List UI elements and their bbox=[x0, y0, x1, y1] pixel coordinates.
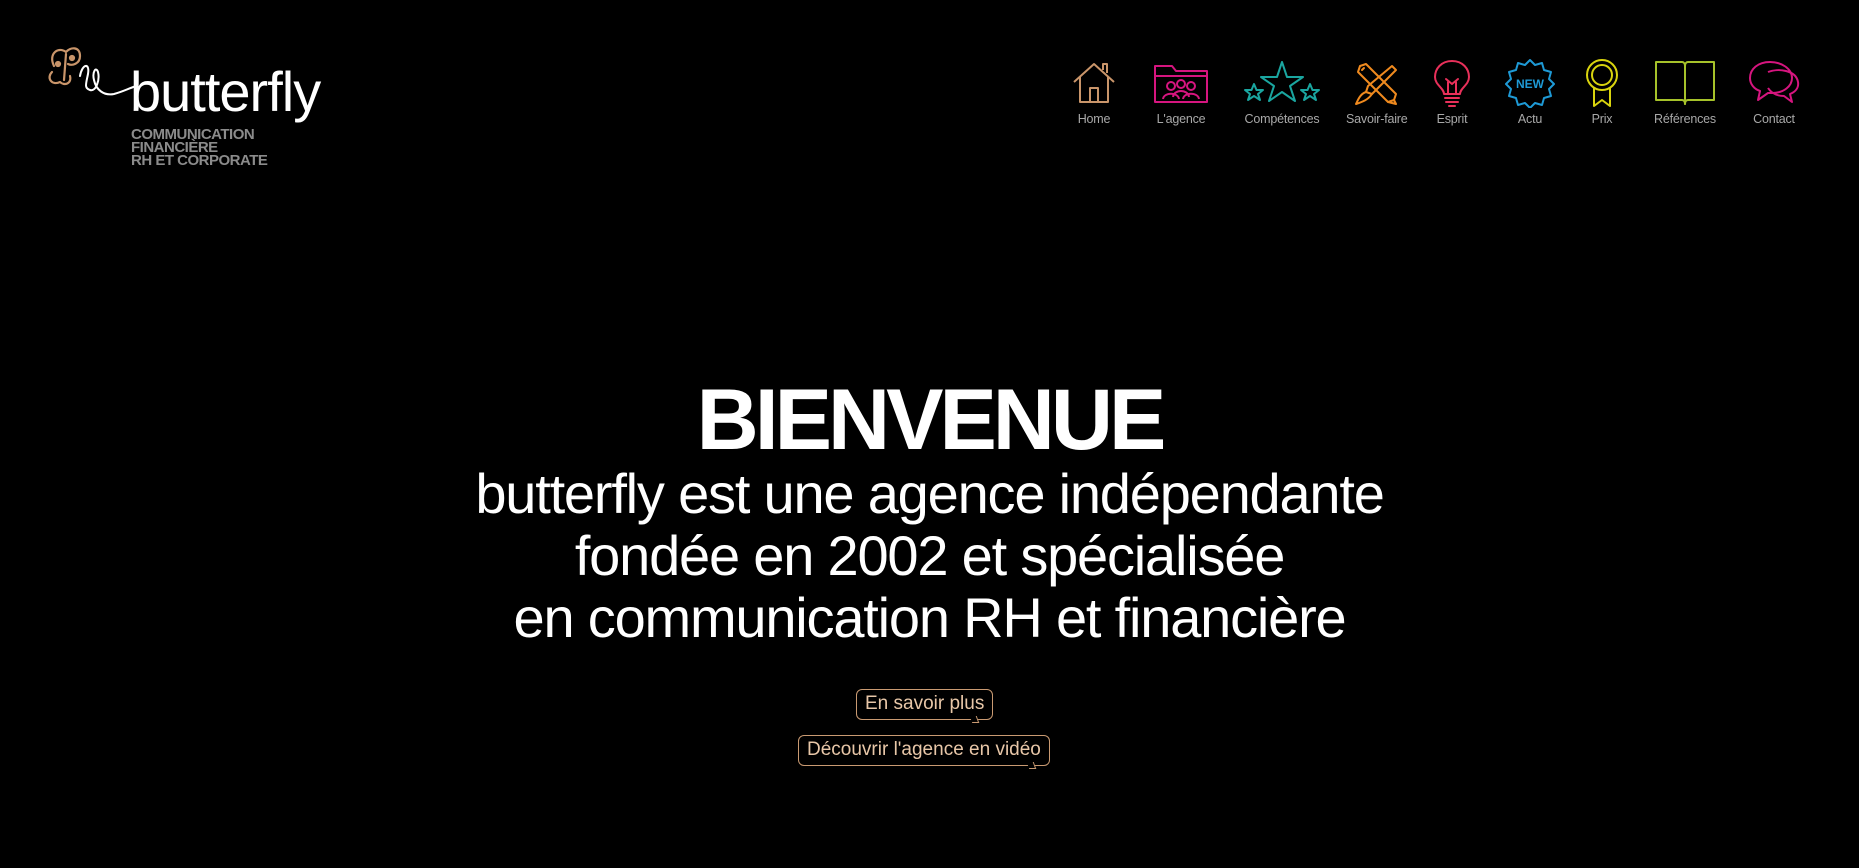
learn-more-button[interactable]: En savoir plus bbox=[856, 689, 994, 720]
hero-description: butterfly est une agence indépendante fo… bbox=[0, 463, 1859, 649]
discover-video-button[interactable]: Découvrir l'agence en vidéo bbox=[798, 735, 1050, 766]
hero-title: BIENVENUE bbox=[696, 372, 1167, 468]
hero-section: BIENVENUE butterfly est une agence indép… bbox=[0, 0, 1859, 868]
page: butterfly COMMUNICATION FINANCIÈRE RH ET… bbox=[0, 0, 1859, 868]
hero-line-1: butterfly est une agence indépendante bbox=[475, 462, 1385, 525]
hero-line-2: fondée en 2002 et spécialisée bbox=[574, 524, 1286, 587]
hero-line-3: en communication RH et financière bbox=[513, 586, 1347, 649]
